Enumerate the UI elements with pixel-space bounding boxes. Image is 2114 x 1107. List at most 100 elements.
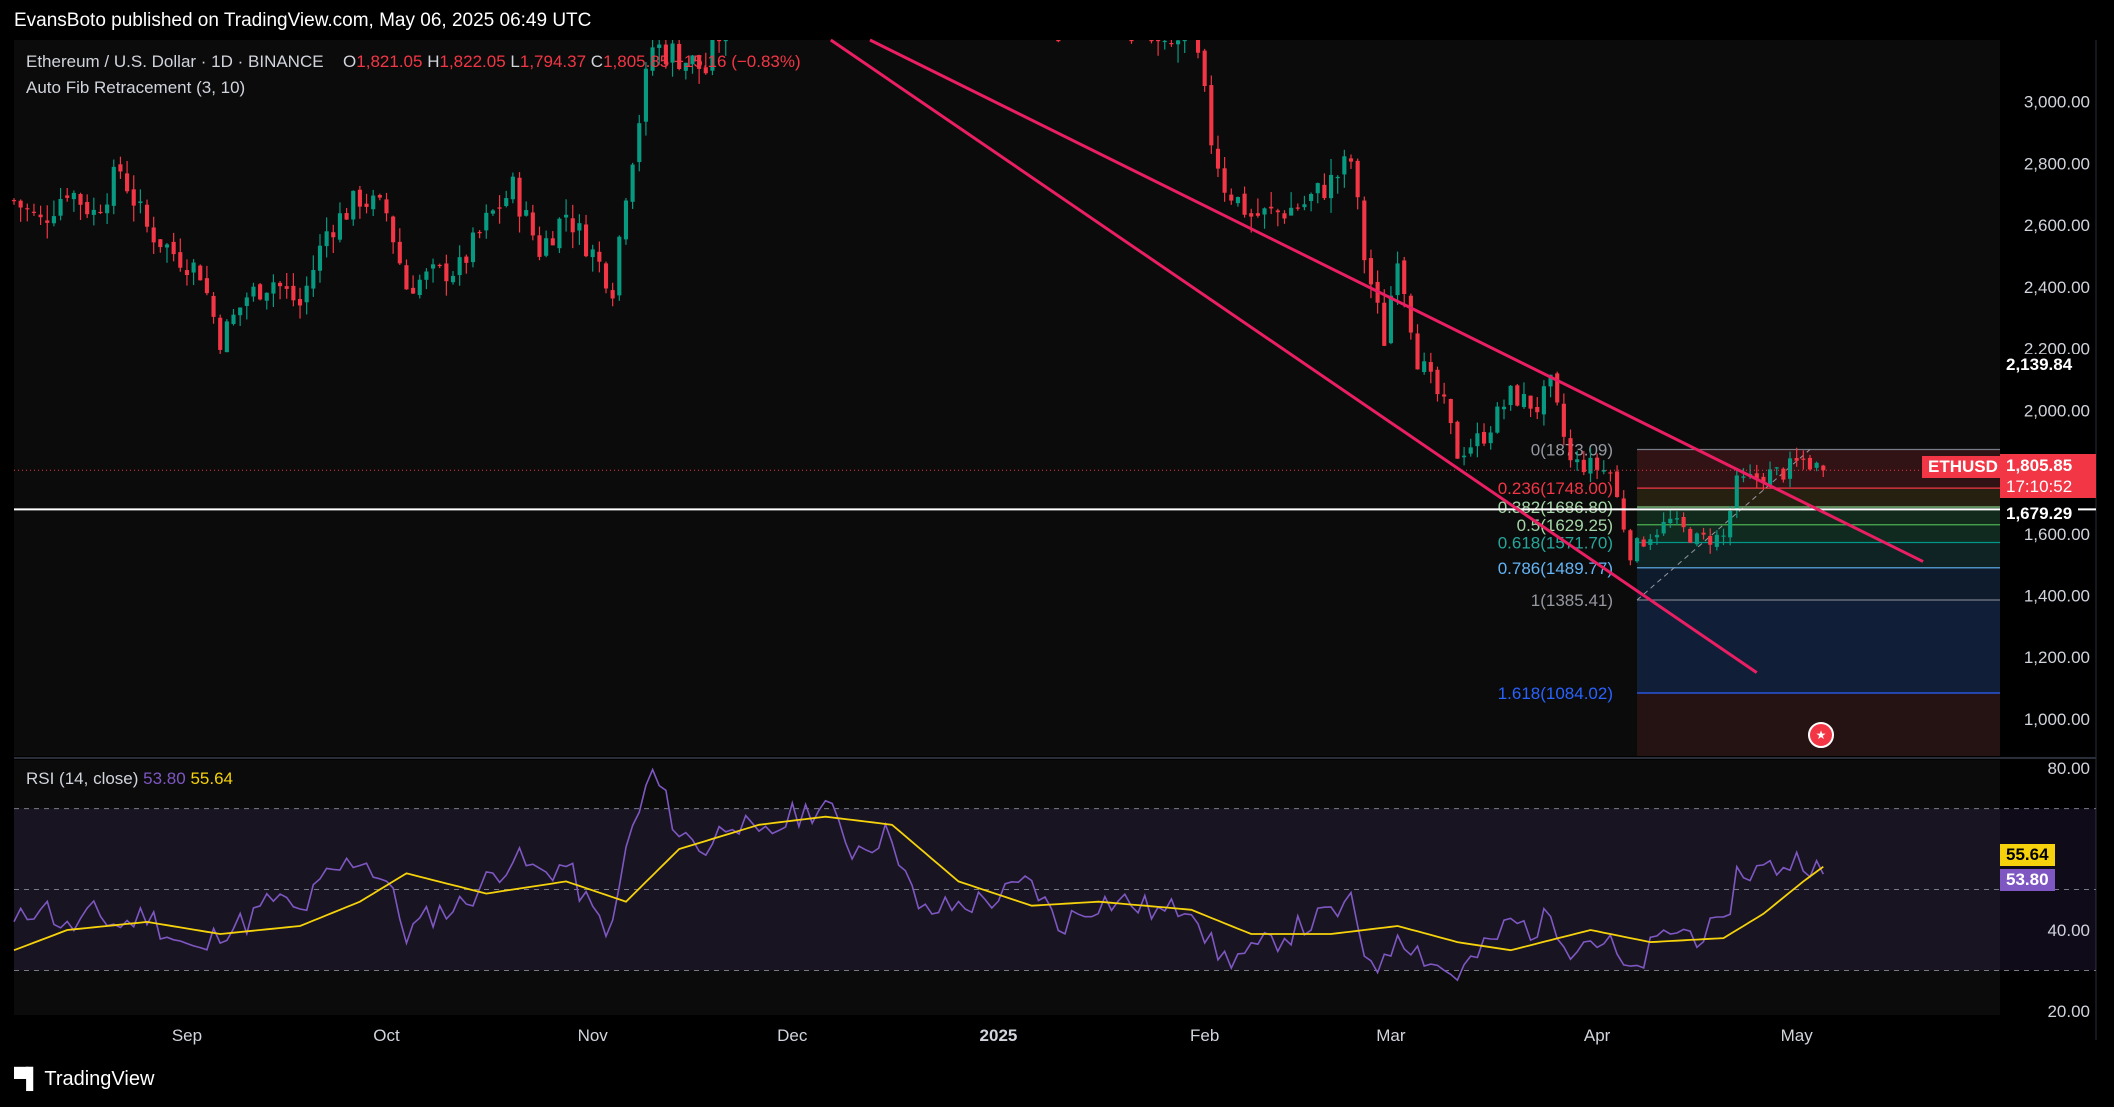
candle-body — [1056, 40, 1061, 42]
candle-body — [1428, 362, 1433, 372]
candle-body — [537, 235, 542, 257]
candle-body — [424, 271, 429, 280]
candle-body — [1315, 183, 1320, 194]
candle-body — [98, 211, 103, 214]
candle-body — [31, 211, 37, 213]
last-price: 1,805.85 — [2006, 456, 2073, 475]
candle-body — [1814, 462, 1819, 468]
open-label: O — [343, 52, 357, 71]
candle-body — [1215, 148, 1221, 169]
candle-body — [1654, 534, 1660, 538]
candle-body — [297, 299, 303, 306]
symbol-legend[interactable]: Ethereum / U.S. Dollar · 1D · BINANCE O 1… — [26, 52, 801, 72]
earnings-flag-icon[interactable]: ★ — [1808, 722, 1834, 748]
candle-body — [105, 204, 110, 214]
candle-body — [457, 257, 462, 276]
chart-canvas[interactable]: 0(1873.09)0.236(1748.00)0.382(1686.80)0.… — [0, 0, 2114, 1107]
candle-body — [231, 314, 236, 324]
candle-body — [1501, 406, 1507, 410]
candle-body — [610, 290, 615, 299]
candle-body — [1442, 394, 1447, 397]
candle-body — [504, 198, 509, 206]
candle-body — [450, 275, 456, 283]
candle-body — [1415, 333, 1420, 370]
close-label: C — [590, 52, 604, 71]
candle-body — [1681, 517, 1686, 528]
candle-body — [264, 292, 269, 301]
low-label: L — [510, 52, 520, 71]
rsi-tick-label: 80.00 — [2047, 759, 2090, 778]
candle-body — [1242, 193, 1247, 215]
candle-body — [590, 249, 595, 258]
candle-body — [1468, 447, 1473, 454]
candle-body — [1328, 174, 1334, 199]
candle-body — [158, 239, 163, 248]
candle-body — [311, 269, 316, 289]
candle-body — [1555, 373, 1560, 403]
candle-body — [1608, 472, 1613, 474]
candle-body — [85, 202, 90, 215]
candle-body — [723, 40, 728, 42]
indicator-legend[interactable]: Auto Fib Retracement (3, 10) — [26, 78, 245, 98]
candle-body — [344, 213, 349, 220]
change-value: −15.16 (−0.83%) — [674, 52, 801, 71]
candle-body — [218, 317, 223, 350]
candle-body — [1368, 258, 1374, 285]
candle-body — [1222, 168, 1227, 193]
candle-body — [1422, 361, 1427, 373]
candle-body — [1521, 394, 1527, 408]
candle-body — [1342, 156, 1347, 175]
fib-zone — [1637, 542, 2000, 568]
fib-level-label: 1(1385.41) — [1531, 591, 1613, 610]
rsi-name[interactable]: RSI (14, close) — [26, 769, 138, 788]
candle-body — [1741, 476, 1746, 478]
close-value: 1,805.85 — [603, 52, 670, 71]
candle-body — [364, 203, 369, 207]
candle-body — [164, 244, 170, 248]
candle-body — [1149, 40, 1154, 42]
candle-body — [1435, 369, 1440, 395]
candle-body — [1202, 50, 1207, 87]
candle-body — [437, 264, 442, 267]
rsi-legend[interactable]: RSI (14, close) 53.80 55.64 — [26, 769, 233, 789]
candle-body — [1395, 263, 1400, 296]
candle-body — [1541, 386, 1546, 415]
price-tick-label: 3,000.00 — [2024, 93, 2090, 112]
candle-body — [184, 270, 190, 276]
candle-body — [1156, 40, 1161, 42]
candle-body — [91, 209, 96, 215]
candle-body — [617, 236, 622, 296]
candle-body — [357, 189, 362, 207]
candle-body — [1402, 260, 1407, 295]
footer-brand[interactable]: ▀▌ TradingView — [14, 1068, 154, 1091]
bar-countdown: 17:10:52 — [2006, 477, 2073, 496]
candle-body — [1734, 475, 1739, 511]
candle-body — [1535, 406, 1540, 413]
candle-body — [1561, 403, 1566, 437]
fib-zone — [1637, 567, 2000, 601]
candle-body — [1382, 302, 1387, 346]
candle-body — [411, 287, 416, 294]
candle-body — [564, 214, 569, 218]
candle-body — [1129, 40, 1134, 42]
candle-body — [484, 212, 489, 231]
rsi-tick-label: 20.00 — [2047, 1002, 2090, 1021]
candle-body — [138, 201, 143, 204]
candle-body — [530, 212, 535, 236]
candle-body — [470, 232, 476, 263]
candle-body — [1674, 518, 1680, 520]
candle-body — [384, 199, 389, 214]
candle-body — [1249, 213, 1254, 217]
fib-zone — [1637, 600, 2000, 694]
candle-body — [510, 176, 515, 200]
candle-body — [178, 252, 183, 268]
candle-body — [1462, 455, 1467, 458]
rsi-tick-label: 40.00 — [2047, 921, 2090, 940]
symbol-title[interactable]: Ethereum / U.S. Dollar · 1D · BINANCE — [26, 52, 324, 71]
candle-body — [1568, 438, 1573, 461]
price-tick-label: 1,000.00 — [2024, 710, 2090, 729]
candle-body — [1348, 158, 1354, 162]
price-tick-label: 1,400.00 — [2024, 587, 2090, 606]
rsi-value: 53.80 — [143, 769, 186, 788]
level-price-label: 2,139.84 — [2000, 354, 2079, 376]
